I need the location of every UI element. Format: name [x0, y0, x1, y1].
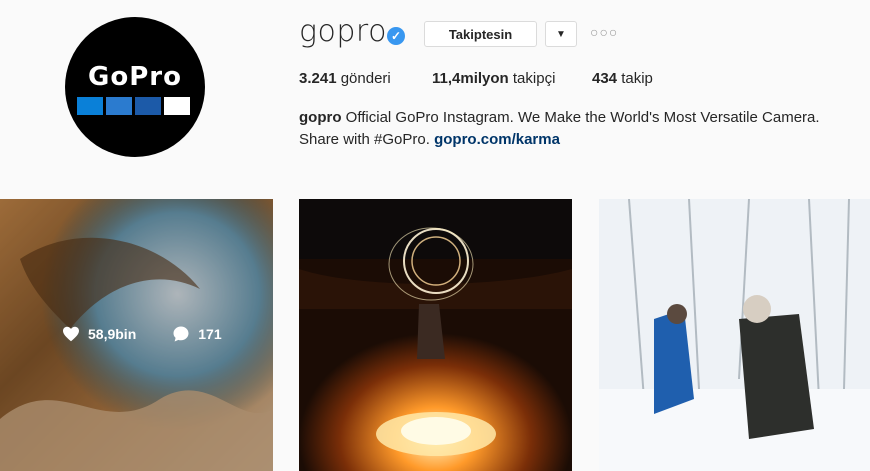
suggestions-dropdown-button[interactable]: ▼ — [545, 21, 577, 47]
profile-username: gopro — [299, 14, 387, 49]
bio-name: gopro — [299, 109, 342, 126]
comments-count: 171 — [198, 326, 222, 342]
heart-icon — [63, 326, 79, 342]
post-hover-stats: 58,9bin 171 — [62, 325, 222, 343]
verified-badge-icon: ✓ — [387, 27, 405, 45]
gopro-logo-text: GoPro — [88, 62, 182, 92]
posts-label: gönderi — [340, 70, 391, 87]
gopro-logo-squares — [77, 97, 190, 115]
caret-down-icon: ▼ — [556, 28, 566, 40]
following-stat[interactable]: 434 takip — [592, 70, 653, 87]
posts-stat: 3.241 gönderi — [299, 70, 391, 87]
sparkler-photo — [299, 199, 572, 471]
following-label: takip — [621, 70, 653, 87]
snow-photo — [599, 199, 870, 471]
post-thumbnail[interactable] — [299, 199, 572, 471]
posts-count: 3.241 — [299, 70, 337, 87]
more-options-icon[interactable]: ○○○ — [590, 24, 618, 40]
followers-label: takipçi — [512, 70, 556, 87]
following-count: 434 — [592, 70, 618, 87]
followers-count: 11,4milyon — [432, 70, 509, 87]
profile-bio: gopro Official GoPro Instagram. We Make … — [299, 107, 859, 151]
followers-stat[interactable]: 11,4milyon takipçi — [432, 70, 555, 87]
post-thumbnail[interactable] — [599, 199, 870, 471]
likes-count: 58,9bin — [88, 326, 137, 342]
bio-link[interactable]: gopro.com/karma — [434, 131, 560, 148]
post-thumbnail[interactable]: 58,9bin 171 — [0, 199, 273, 471]
following-button[interactable]: Takiptesin — [424, 21, 537, 47]
comment-icon — [173, 326, 189, 342]
profile-avatar: GoPro — [65, 17, 205, 157]
